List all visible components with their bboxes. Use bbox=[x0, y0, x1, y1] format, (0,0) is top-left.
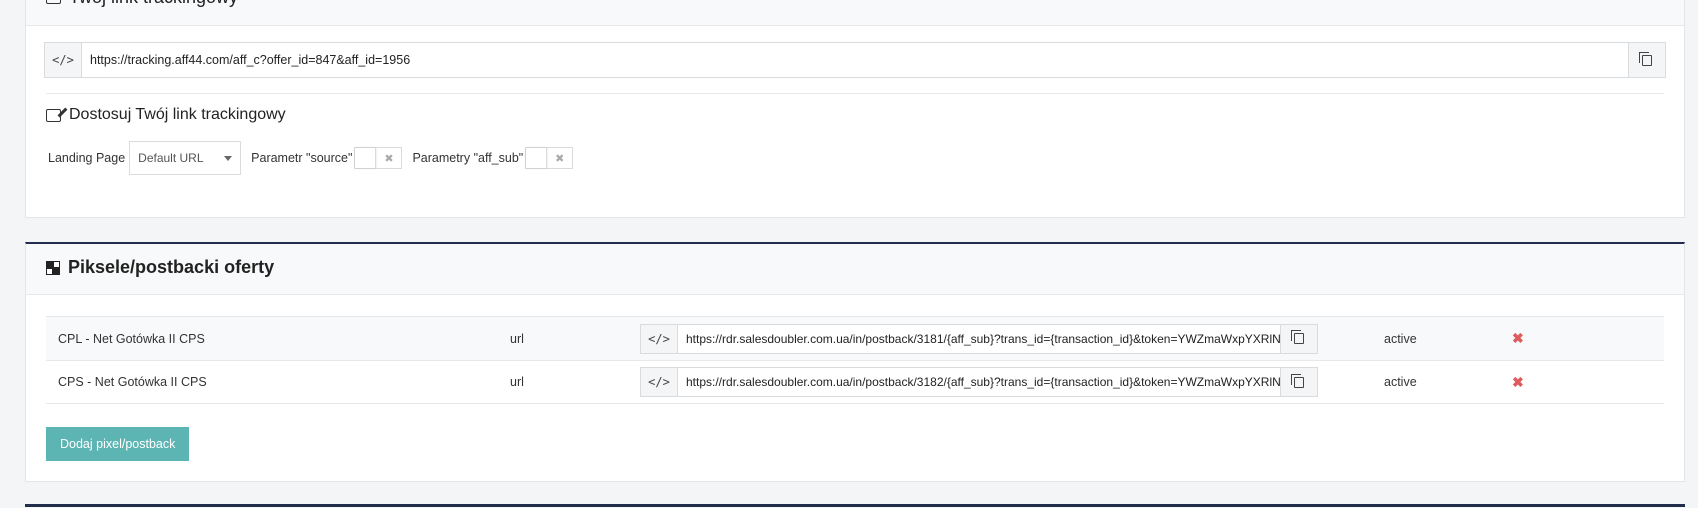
pixel-name: CPL - Net Gotówka II CPS bbox=[58, 331, 205, 346]
copy-button[interactable] bbox=[1628, 43, 1665, 77]
code-icon: </> bbox=[45, 43, 82, 77]
close-icon: ✖ bbox=[555, 152, 565, 165]
customize-title: Dostosuj Twój link trackingowy bbox=[46, 106, 286, 124]
tracking-link-header: Twój link trackingowy bbox=[26, 0, 1684, 26]
delete-icon[interactable]: ✖ bbox=[1512, 317, 1524, 360]
chevron-down-icon bbox=[224, 155, 233, 161]
table-row: CPL - Net Gotówka II CPS url </> https:/… bbox=[46, 316, 1664, 360]
delete-icon[interactable]: ✖ bbox=[1512, 361, 1524, 403]
pixel-url-field[interactable]: https://rdr.salesdoubler.com.ua/in/postb… bbox=[678, 368, 1280, 396]
edit-icon bbox=[46, 108, 61, 122]
close-icon: ✖ bbox=[384, 152, 394, 165]
copy-icon bbox=[1639, 51, 1652, 66]
landing-page-label: Landing Page bbox=[48, 151, 126, 165]
source-param-toggle[interactable]: ✖ bbox=[354, 147, 403, 169]
pixels-panel: Piksele/postbacki oferty CPL - Net Gotów… bbox=[25, 242, 1685, 482]
pixel-status: active bbox=[1384, 375, 1417, 389]
tracking-url-group: </> https://tracking.aff44.com/aff_c?off… bbox=[44, 42, 1666, 78]
source-param-label: Parametr "source" bbox=[251, 151, 353, 165]
pixels-header: Piksele/postbacki oferty bbox=[26, 244, 1684, 295]
affsub-param-toggle[interactable]: ✖ bbox=[525, 147, 574, 169]
code-icon: </> bbox=[641, 324, 678, 353]
landing-page-select[interactable]: Default URL bbox=[129, 141, 242, 175]
add-pixel-button[interactable]: Dodaj pixel/postback bbox=[46, 427, 190, 461]
table-row: CPS - Net Gotówka II CPS url </> https:/… bbox=[46, 360, 1664, 404]
pixel-type: url bbox=[510, 331, 524, 346]
code-icon: </> bbox=[641, 368, 678, 396]
pixel-url-field[interactable]: https://rdr.salesdoubler.com.ua/in/postb… bbox=[678, 325, 1280, 353]
divider bbox=[46, 93, 1664, 94]
customize-controls: Landing Page Default URL Parametr "sourc… bbox=[48, 141, 583, 175]
affsub-param-label: Parametry "aff_sub" bbox=[412, 151, 524, 165]
tracking-url-field[interactable]: https://tracking.aff44.com/aff_c?offer_i… bbox=[82, 43, 1628, 77]
copy-button[interactable] bbox=[1280, 368, 1317, 396]
pixel-type: url bbox=[510, 375, 524, 389]
copy-icon bbox=[1291, 330, 1304, 344]
divider bbox=[25, 504, 1685, 507]
tracking-link-panel: Twój link trackingowy </> https://tracki… bbox=[25, 0, 1685, 218]
copy-icon bbox=[1291, 373, 1304, 388]
pixels-title: Piksele/postbacki oferty bbox=[46, 257, 274, 278]
edit-icon bbox=[46, 0, 61, 4]
pixels-table: CPL - Net Gotówka II CPS url </> https:/… bbox=[46, 316, 1664, 404]
checkerboard-icon bbox=[46, 260, 60, 275]
copy-button[interactable] bbox=[1280, 324, 1317, 353]
pixel-status: active bbox=[1384, 331, 1417, 346]
pixel-url-group: </> https://rdr.salesdoubler.com.ua/in/p… bbox=[640, 361, 1318, 403]
tracking-link-title: Twój link trackingowy bbox=[46, 0, 238, 8]
pixel-name: CPS - Net Gotówka II CPS bbox=[58, 375, 207, 389]
pixel-url-group: </> https://rdr.salesdoubler.com.ua/in/p… bbox=[640, 317, 1318, 360]
